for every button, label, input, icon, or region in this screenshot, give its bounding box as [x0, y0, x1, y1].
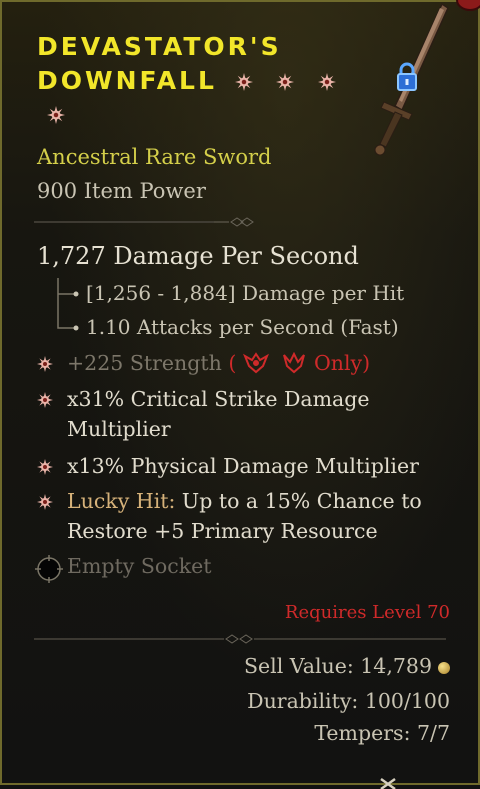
star-icon — [276, 73, 295, 91]
lucky-hit-label: Lucky Hit: — [67, 489, 176, 513]
star-icon — [234, 73, 253, 91]
star-icon — [47, 106, 65, 124]
sell-value: Sell Value: 14,789 — [244, 654, 450, 678]
socket-icon — [35, 555, 63, 583]
sell-value-text: Sell Value: 14,789 — [244, 654, 432, 678]
affix-bullet-icon — [37, 459, 53, 475]
divider — [34, 217, 254, 227]
damage-per-hit: [1,256 - 1,884] Damage per Hit — [86, 281, 405, 305]
lock-icon[interactable] — [396, 62, 418, 92]
star-icon — [318, 73, 337, 91]
divider — [34, 634, 446, 644]
affix-bullet-icon — [37, 494, 53, 510]
lucky-hit-text: Up to a 15% Chance to — [175, 489, 422, 513]
affix-crit-damage-text2: Multiplier — [67, 417, 171, 441]
affix-strength-text: +225 Strength — [67, 351, 222, 375]
affix-strength: +225 Strength ( Only) — [37, 348, 457, 378]
durability: Durability: 100/100 — [247, 689, 450, 713]
item-tooltip: DEVASTATOR'S DOWNFALL Ancestral Rare Swo… — [0, 0, 480, 789]
affix-physical-damage-text: x13% Physical Damage Multiplier — [67, 454, 419, 478]
affix-crit-damage: x31% Critical Strike Damage Multiplier — [37, 384, 457, 444]
corner-gem-icon — [456, 0, 480, 11]
druid-class-icon — [283, 351, 306, 374]
affix-bullet-icon — [37, 356, 53, 372]
affix-lucky-hit: Lucky Hit: Up to a 15% Chance to Restore… — [37, 486, 457, 546]
item-name-line2: DOWNFALL — [37, 64, 337, 98]
affix-crit-damage-text: x31% Critical Strike Damage — [67, 387, 370, 411]
affix-class-only: Only) — [313, 351, 371, 375]
required-level: Requires Level 70 — [284, 602, 450, 623]
barbarian-class-icon — [242, 352, 269, 374]
item-name-line2-text: DOWNFALL — [37, 66, 217, 95]
damage-per-second: 1,727 Damage Per Second — [37, 242, 359, 270]
lucky-hit-text2: Restore +5 Primary Resource — [67, 519, 378, 543]
tempers: Tempers: 7/7 — [314, 721, 450, 745]
attacks-per-second: 1.10 Attacks per Second (Fast) — [86, 315, 399, 339]
item-name-line1: DEVASTATOR'S — [37, 32, 282, 61]
item-type: Ancestral Rare Sword — [37, 145, 272, 169]
close-icon[interactable] — [378, 777, 398, 789]
coin-icon — [438, 661, 450, 674]
item-power: 900 Item Power — [37, 179, 206, 203]
affix-class-open: ( — [228, 351, 237, 375]
empty-socket-label: Empty Socket — [67, 554, 212, 578]
stat-branch — [57, 278, 79, 331]
affix-physical-damage: x13% Physical Damage Multiplier — [37, 451, 457, 481]
affix-bullet-icon — [37, 392, 53, 408]
